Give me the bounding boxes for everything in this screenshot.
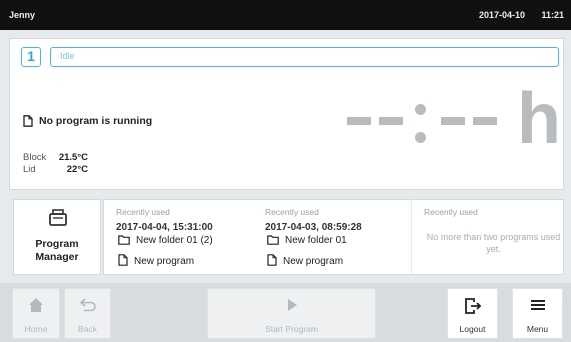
recent-timestamp: 2017-04-03, 08:59:28 xyxy=(265,222,362,233)
recent-header: Recently used xyxy=(424,207,478,217)
recent-timestamp: 2017-04-04, 15:31:00 xyxy=(116,222,213,233)
home-button[interactable]: Home xyxy=(12,288,60,339)
back-button[interactable]: Back xyxy=(64,288,111,339)
temperature-readout: Block 21.5°C Lid 22°C xyxy=(23,152,88,176)
program-manager-button[interactable]: Program Manager xyxy=(13,199,101,275)
document-icon xyxy=(118,254,128,266)
program-status-text: No program is running xyxy=(39,115,153,127)
user-name: Jenny xyxy=(9,10,36,20)
temperature-value: 21.5°C xyxy=(58,152,88,163)
start-program-label: Start Program xyxy=(265,324,318,334)
block-state-field[interactable]: Idle xyxy=(50,47,559,67)
block-temperature-row: Block 21.5°C xyxy=(23,152,88,164)
logout-label: Logout xyxy=(459,324,486,334)
menu-label: Menu xyxy=(526,324,549,334)
menu-button[interactable]: Menu xyxy=(512,288,563,339)
timer-digit-placeholder xyxy=(473,117,497,125)
lid-temperature-row: Lid 22°C xyxy=(23,164,88,176)
recent-header: Recently used xyxy=(116,207,170,217)
document-icon xyxy=(267,254,277,266)
recently-used-panel: Recently used 2017-04-04, 15:31:00 New f… xyxy=(103,199,564,275)
timer-digit-placeholder xyxy=(379,117,403,125)
start-program-button[interactable]: Start Program xyxy=(207,288,376,339)
back-label: Back xyxy=(78,324,97,334)
temperature-label: Lid xyxy=(23,164,36,175)
logout-icon xyxy=(448,297,497,320)
recent-folder: New folder 01 xyxy=(267,235,347,246)
block-status-card: 1 Idle No program is running Block 21.5°… xyxy=(9,38,564,190)
temperature-label: Block xyxy=(23,152,47,163)
timer-digit-placeholder xyxy=(347,117,371,125)
bottom-navigation-bar: Home Back Start Program Logout Menu xyxy=(0,283,571,342)
recent-empty-message: No more than two programs used yet. xyxy=(426,232,561,254)
home-label: Home xyxy=(24,324,48,334)
recent-program: New program xyxy=(267,254,343,267)
timer-unit: h xyxy=(517,79,561,159)
current-date: 2017-04-10 xyxy=(478,10,525,20)
folder-icon xyxy=(267,235,279,245)
current-time: 11:21 xyxy=(541,10,564,20)
logout-button[interactable]: Logout xyxy=(447,288,498,339)
hamburger-menu-icon xyxy=(513,297,562,318)
program-manager-icon xyxy=(48,209,68,232)
temperature-value: 22°C xyxy=(66,164,88,175)
recent-program: New program xyxy=(118,254,194,267)
recent-program-entry[interactable]: Recently used 2017-04-03, 08:59:28 New f… xyxy=(265,200,405,274)
play-icon xyxy=(208,297,375,318)
block-number-badge[interactable]: 1 xyxy=(21,47,41,67)
recent-program-entry[interactable]: Recently used 2017-04-04, 15:31:00 New f… xyxy=(116,200,256,274)
recent-folder: New folder 01 (2) xyxy=(118,235,213,246)
recent-header: Recently used xyxy=(265,207,319,217)
timer-colon-dot xyxy=(415,132,426,143)
document-icon xyxy=(23,115,33,127)
top-status-bar: Jenny 2017-04-10 11:21 xyxy=(0,0,571,30)
timer-digit-placeholder xyxy=(441,117,465,125)
back-arrow-icon xyxy=(65,297,110,318)
program-manager-label: Program Manager xyxy=(35,238,79,263)
folder-icon xyxy=(118,235,130,245)
recent-empty-slot: Recently used No more than two programs … xyxy=(411,199,563,275)
program-status: No program is running xyxy=(23,115,152,127)
timer-colon-dot xyxy=(415,104,426,115)
home-icon xyxy=(13,297,59,318)
